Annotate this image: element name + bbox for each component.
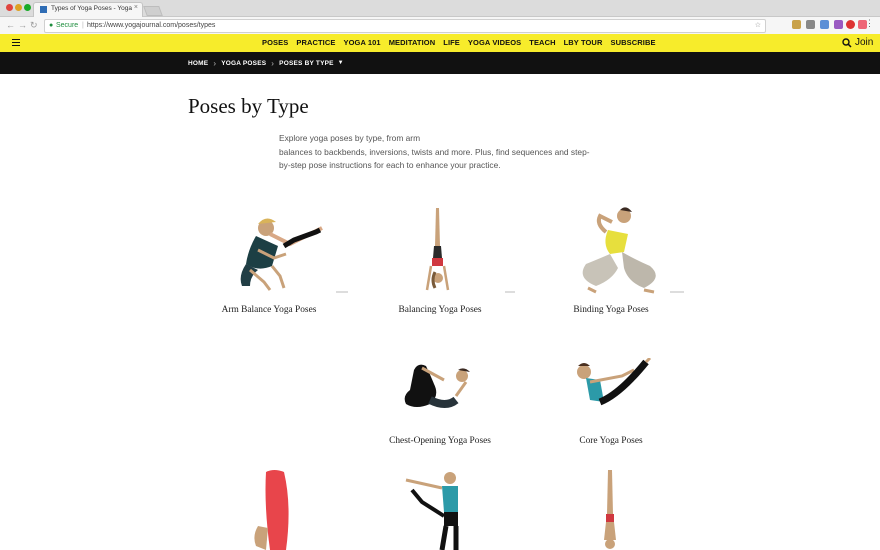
handstand-figure	[425, 208, 515, 293]
breadcrumb-home[interactable]: HOME	[188, 60, 208, 67]
breadcrumb: HOME › YOGA POSES › POSES BY TYPE ▼	[188, 52, 344, 74]
lock-icon: ●	[49, 22, 54, 29]
address-bar[interactable]: ● Secure | https://www.yogajournal.com/p…	[44, 19, 766, 33]
chevron-right-icon: ›	[271, 58, 275, 68]
breadcrumb-bar: HOME › YOGA POSES › POSES BY TYPE ▼	[0, 52, 880, 74]
browser-menu-icon[interactable]: ⋮	[865, 18, 874, 29]
site-favicon-icon	[40, 6, 47, 13]
reload-icon[interactable]: ↻	[30, 19, 38, 32]
extension-icon[interactable]	[834, 20, 843, 29]
address-separator: |	[82, 22, 84, 29]
menu-item-yoga-101[interactable]: YOGA 101	[343, 34, 380, 52]
browser-tab[interactable]: Types of Yoga Poses - Yoga ×	[33, 2, 143, 17]
arm-balance-figure	[240, 218, 348, 293]
menu-item-meditation[interactable]: MEDITATION	[389, 34, 436, 52]
breadcrumb-poses-by-type[interactable]: POSES BY TYPE	[279, 60, 334, 67]
close-window-button[interactable]	[6, 4, 13, 11]
back-arrow-icon[interactable]: ←	[6, 19, 15, 32]
bookmark-star-icon[interactable]: ☆	[755, 20, 761, 32]
pose-type-label[interactable]: Balancing Yoga Poses	[398, 305, 481, 315]
site-nav-bar: POSES PRACTICE YOGA 101 MEDITATION LIFE …	[0, 34, 880, 52]
menu-item-teach[interactable]: TEACH	[529, 34, 555, 52]
menu-item-subscribe[interactable]: SUBSCRIBE	[610, 34, 655, 52]
extension-icon[interactable]	[792, 20, 801, 29]
menu-item-lby-tour[interactable]: LBY TOUR	[564, 34, 603, 52]
menu-item-practice[interactable]: PRACTICE	[296, 34, 335, 52]
headstand-figure	[604, 470, 616, 549]
bow-pose-figure	[404, 364, 470, 408]
pose-type-label[interactable]: Binding Yoga Poses	[573, 305, 648, 315]
tab-title: Types of Yoga Poses - Yoga	[51, 5, 132, 12]
pose-type-label[interactable]: Chest-Opening Yoga Poses	[389, 436, 491, 446]
minimize-window-button[interactable]	[15, 4, 22, 11]
address-url[interactable]: https://www.yogajournal.com/poses/types	[87, 20, 215, 32]
pose-type-label[interactable]: Core Yoga Poses	[579, 436, 642, 446]
hamburger-menu-icon[interactable]	[12, 39, 20, 48]
browser-toolbar: ← → ↻ ● Secure | https://www.yogajournal…	[0, 17, 880, 35]
join-link[interactable]: Join	[855, 36, 873, 50]
forward-arrow-icon[interactable]: →	[18, 19, 27, 32]
boat-pose-figure	[577, 358, 652, 406]
menu-item-yoga-videos[interactable]: YOGA VIDEOS	[468, 34, 521, 52]
maximize-window-button[interactable]	[24, 4, 31, 11]
page-title: Poses by Type	[188, 94, 309, 118]
binding-figure	[582, 207, 684, 294]
standing-balance-figure	[405, 472, 459, 550]
new-tab-button[interactable]	[143, 6, 163, 16]
extension-icon[interactable]	[846, 20, 855, 29]
intro-paragraph: Explore yoga poses by type, from arm bal…	[279, 132, 609, 173]
chevron-right-icon: ›	[213, 58, 217, 68]
menu-item-poses[interactable]: POSES	[262, 34, 288, 52]
main-menu: POSES PRACTICE YOGA 101 MEDITATION LIFE …	[262, 34, 664, 52]
breadcrumb-yoga-poses[interactable]: YOGA POSES	[221, 60, 266, 67]
forward-fold-figure	[254, 470, 289, 550]
dropdown-caret-icon[interactable]: ▼	[338, 60, 344, 66]
extension-icon[interactable]	[820, 20, 829, 29]
pose-type-label[interactable]: Arm Balance Yoga Poses	[222, 305, 317, 315]
menu-item-life[interactable]: LIFE	[443, 34, 460, 52]
intro-line: Explore yoga poses by type, from arm	[279, 133, 421, 143]
secure-label: Secure	[56, 22, 79, 29]
intro-line: by-step pose instructions for each to en…	[279, 160, 501, 170]
browser-tab-strip: Types of Yoga Poses - Yoga ×	[0, 0, 880, 17]
tab-close-icon[interactable]: ×	[134, 4, 138, 11]
extension-icon[interactable]	[806, 20, 815, 29]
search-icon[interactable]	[842, 38, 852, 48]
intro-line: balances to backbends, inversions, twist…	[279, 146, 590, 157]
